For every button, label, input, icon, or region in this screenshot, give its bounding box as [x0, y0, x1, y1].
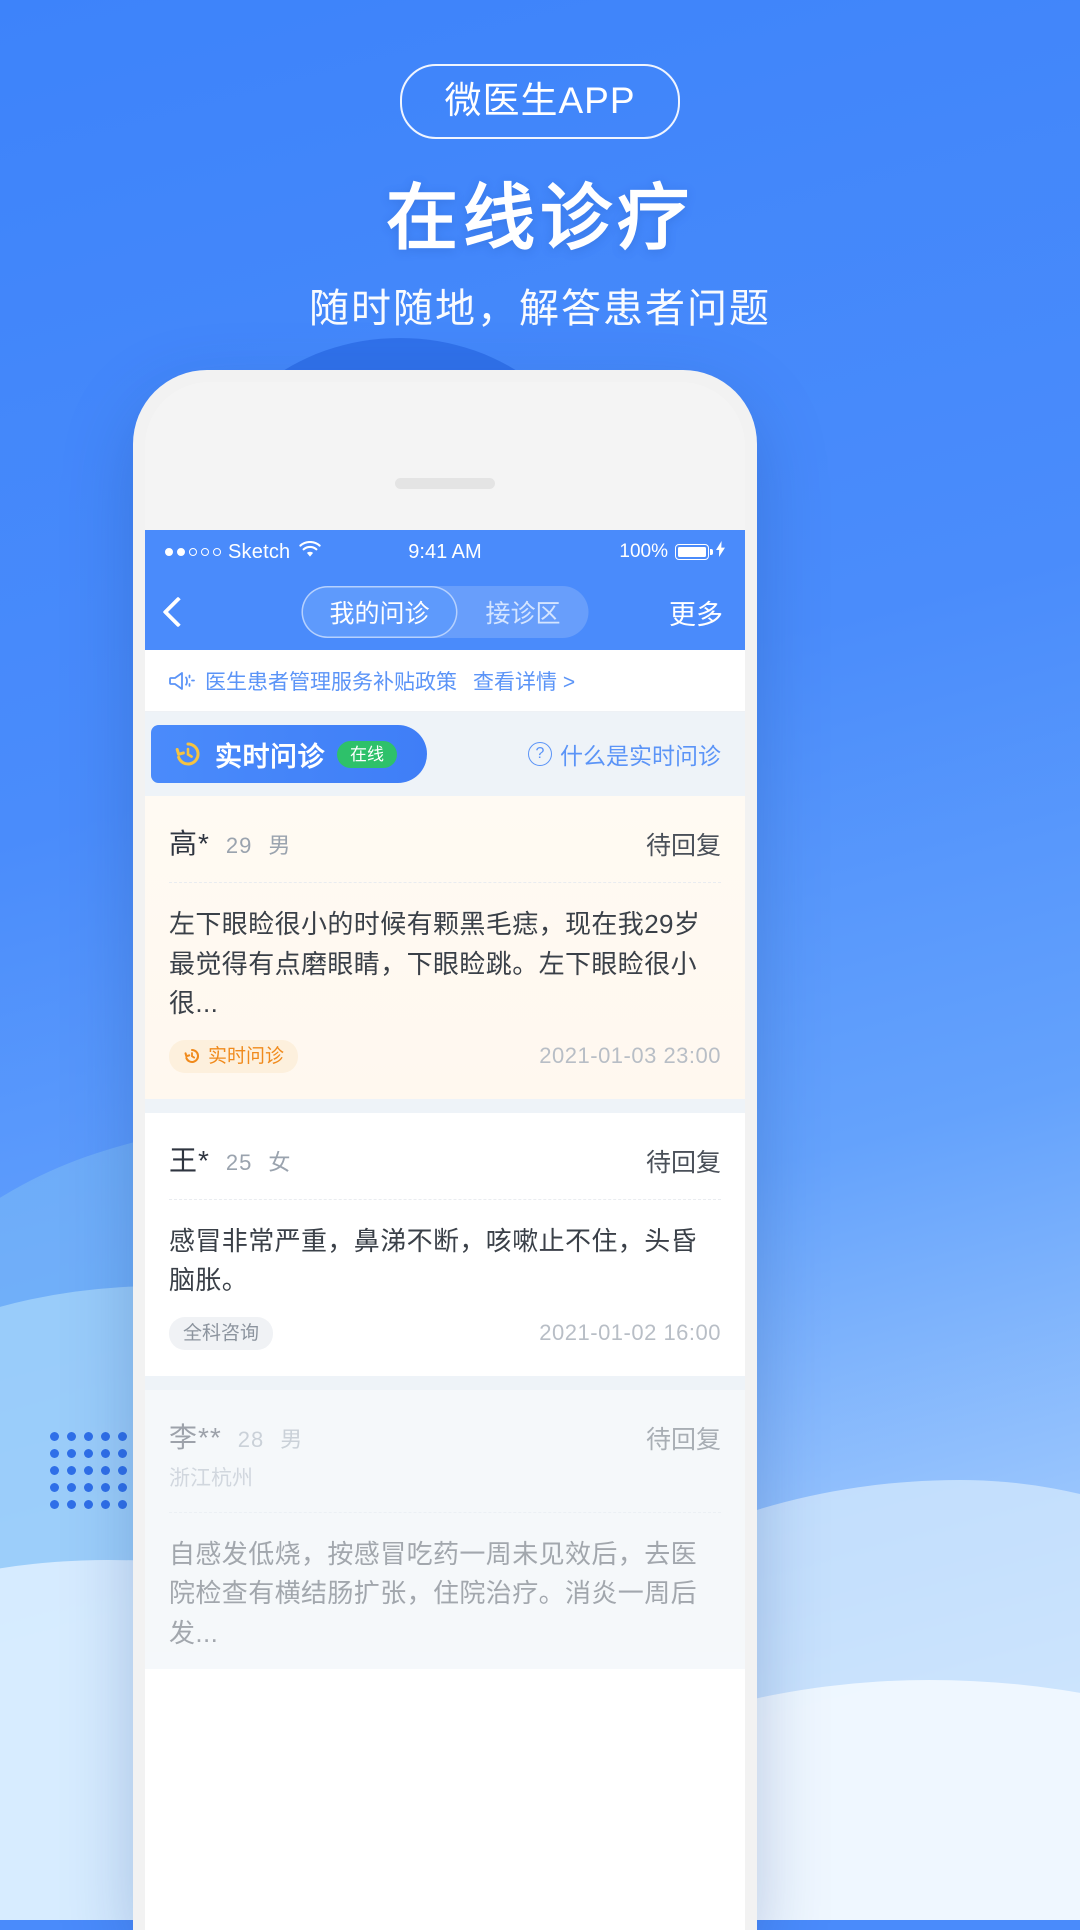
consultation-type-label: 实时问诊: [208, 1045, 285, 1067]
status-bar: Sketch 9:41 AM 100%: [145, 530, 745, 574]
signal-strength-icon: [165, 548, 221, 556]
patient-gender: 男: [268, 833, 292, 858]
megaphone-icon: [169, 670, 195, 692]
patient-age: 28: [237, 1426, 265, 1452]
page-title: 在线诊疗: [385, 179, 694, 259]
phone-speaker: [395, 478, 495, 489]
consultation-list: 高* 29 男 待回复 左下眼睑很小的时候有颗黑毛痣，现在我29岁最觉得有点磨眼…: [145, 796, 745, 1670]
consultation-type-label: 全科咨询: [183, 1322, 260, 1344]
battery-icon: [675, 544, 713, 560]
consultation-content: 自感发低烧，按感冒吃药一周未见效后，去医院检查有横结肠扩张，住院治疗。消炎一周后…: [169, 1538, 698, 1648]
consultation-content: 感冒非常严重，鼻涕不断，咳嗽止不住，头昏脑胀。: [169, 1225, 698, 1296]
app-name-badge: 微医生APP: [400, 64, 680, 139]
patient-name: 高*: [169, 828, 210, 859]
navigation-bar: 我的问诊 接诊区 更多: [145, 574, 745, 650]
patient-gender: 女: [268, 1149, 292, 1175]
what-is-live-consultation-link[interactable]: ? 什么是实时问诊: [528, 737, 721, 771]
card-header: 高* 29 男 待回复: [169, 796, 721, 883]
patient-age: 25: [225, 1149, 253, 1175]
patient-identity: 王* 25 女: [169, 1139, 291, 1179]
status-badge: 待回复: [645, 832, 721, 860]
notice-text: 医生患者管理服务补贴政策: [205, 670, 457, 694]
status-badge: 待回复: [645, 1425, 721, 1454]
online-status-badge: 在线: [337, 740, 397, 768]
live-consultation-label: 实时问诊: [215, 741, 325, 772]
consultation-date: 2021-01-03 23:00: [539, 1043, 721, 1069]
card-header: 李** 28 男 浙江杭州 待回复: [169, 1390, 721, 1513]
consultation-card[interactable]: 王* 25 女 待回复 感冒非常严重，鼻涕不断，咳嗽止不住，头昏脑胀。 全科咨询…: [145, 1112, 745, 1376]
phone-mockup: Sketch 9:41 AM 100% 我的问诊 接诊区 更多 医生患者管理服务…: [133, 370, 757, 1930]
patient-location: 浙江杭州: [169, 1466, 253, 1490]
patient-info: 李** 28 男 浙江杭州: [169, 1416, 303, 1492]
patient-age: 29: [225, 833, 253, 858]
live-consultation-tab[interactable]: 实时问诊 在线: [151, 725, 427, 783]
consultation-date: 2021-01-02 16:00: [539, 1320, 721, 1346]
wifi-icon: [299, 540, 321, 564]
status-badge: 待回复: [645, 1148, 721, 1177]
card-footer: 全科咨询 2021-01-02 16:00: [169, 1316, 721, 1376]
more-button[interactable]: 更多: [669, 593, 723, 632]
patient-info: 王* 25 女: [169, 1139, 291, 1179]
patient-info: 高* 29 男: [169, 822, 291, 862]
lightning-bolt-icon: [716, 541, 725, 563]
phone-body: Sketch 9:41 AM 100% 我的问诊 接诊区 更多 医生患者管理服务…: [145, 382, 745, 1930]
notice-detail-link[interactable]: 查看详情 >: [473, 666, 575, 696]
live-consultation-tab-row: 实时问诊 在线 ? 什么是实时问诊: [145, 712, 745, 796]
consultation-card[interactable]: 李** 28 男 浙江杭州 待回复 自感发低烧，按感冒吃药一周未见效后，去医院检…: [145, 1389, 745, 1670]
back-chevron-icon[interactable]: [162, 596, 194, 628]
status-bar-left: Sketch: [165, 541, 321, 564]
what-is-live-consultation-label: 什么是实时问诊: [560, 743, 721, 769]
page-subtitle: 随时随地，解答患者问题: [309, 287, 771, 331]
list-separator: [145, 1098, 745, 1113]
consultation-type-tag: 全科咨询: [169, 1316, 274, 1350]
hero-section: 微医生APP 在线诊疗 随时随地，解答患者问题: [0, 0, 1080, 329]
clock-rewind-icon: [173, 739, 203, 769]
card-footer: 实时问诊 2021-01-03 23:00: [169, 1039, 721, 1099]
consultation-type-tag: 实时问诊: [169, 1039, 299, 1073]
tab-my-consultations[interactable]: 我的问诊: [301, 586, 458, 638]
consultation-card[interactable]: 高* 29 男 待回复 左下眼睑很小的时候有颗黑毛痣，现在我29岁最觉得有点磨眼…: [145, 796, 745, 1099]
patient-identity: 高* 29 男: [169, 822, 291, 862]
segmented-tab-control: 我的问诊 接诊区: [301, 586, 589, 638]
battery-percent-label: 100%: [619, 541, 668, 562]
patient-name: 王*: [169, 1144, 210, 1176]
card-header: 王* 25 女 待回复: [169, 1113, 721, 1200]
consultation-content: 左下眼睑很小的时候有颗黑毛痣，现在我29岁最觉得有点磨眼睛，下眼睑跳。左下眼睑很…: [169, 909, 701, 1019]
status-bar-right: 100%: [619, 541, 725, 563]
notice-banner[interactable]: 医生患者管理服务补贴政策 查看详情 >: [145, 650, 745, 712]
patient-name: 李**: [169, 1421, 222, 1453]
carrier-name: Sketch: [228, 540, 291, 563]
patient-gender: 男: [280, 1426, 304, 1452]
clock-rewind-icon: [183, 1047, 201, 1065]
tab-reception-area[interactable]: 接诊区: [458, 586, 589, 638]
list-separator: [145, 1375, 745, 1390]
status-bar-clock: 9:41 AM: [408, 540, 482, 563]
phone-screen: Sketch 9:41 AM 100% 我的问诊 接诊区 更多 医生患者管理服务…: [145, 530, 745, 1930]
patient-identity: 李** 28 男: [169, 1416, 303, 1456]
question-circle-icon: ?: [528, 742, 552, 766]
